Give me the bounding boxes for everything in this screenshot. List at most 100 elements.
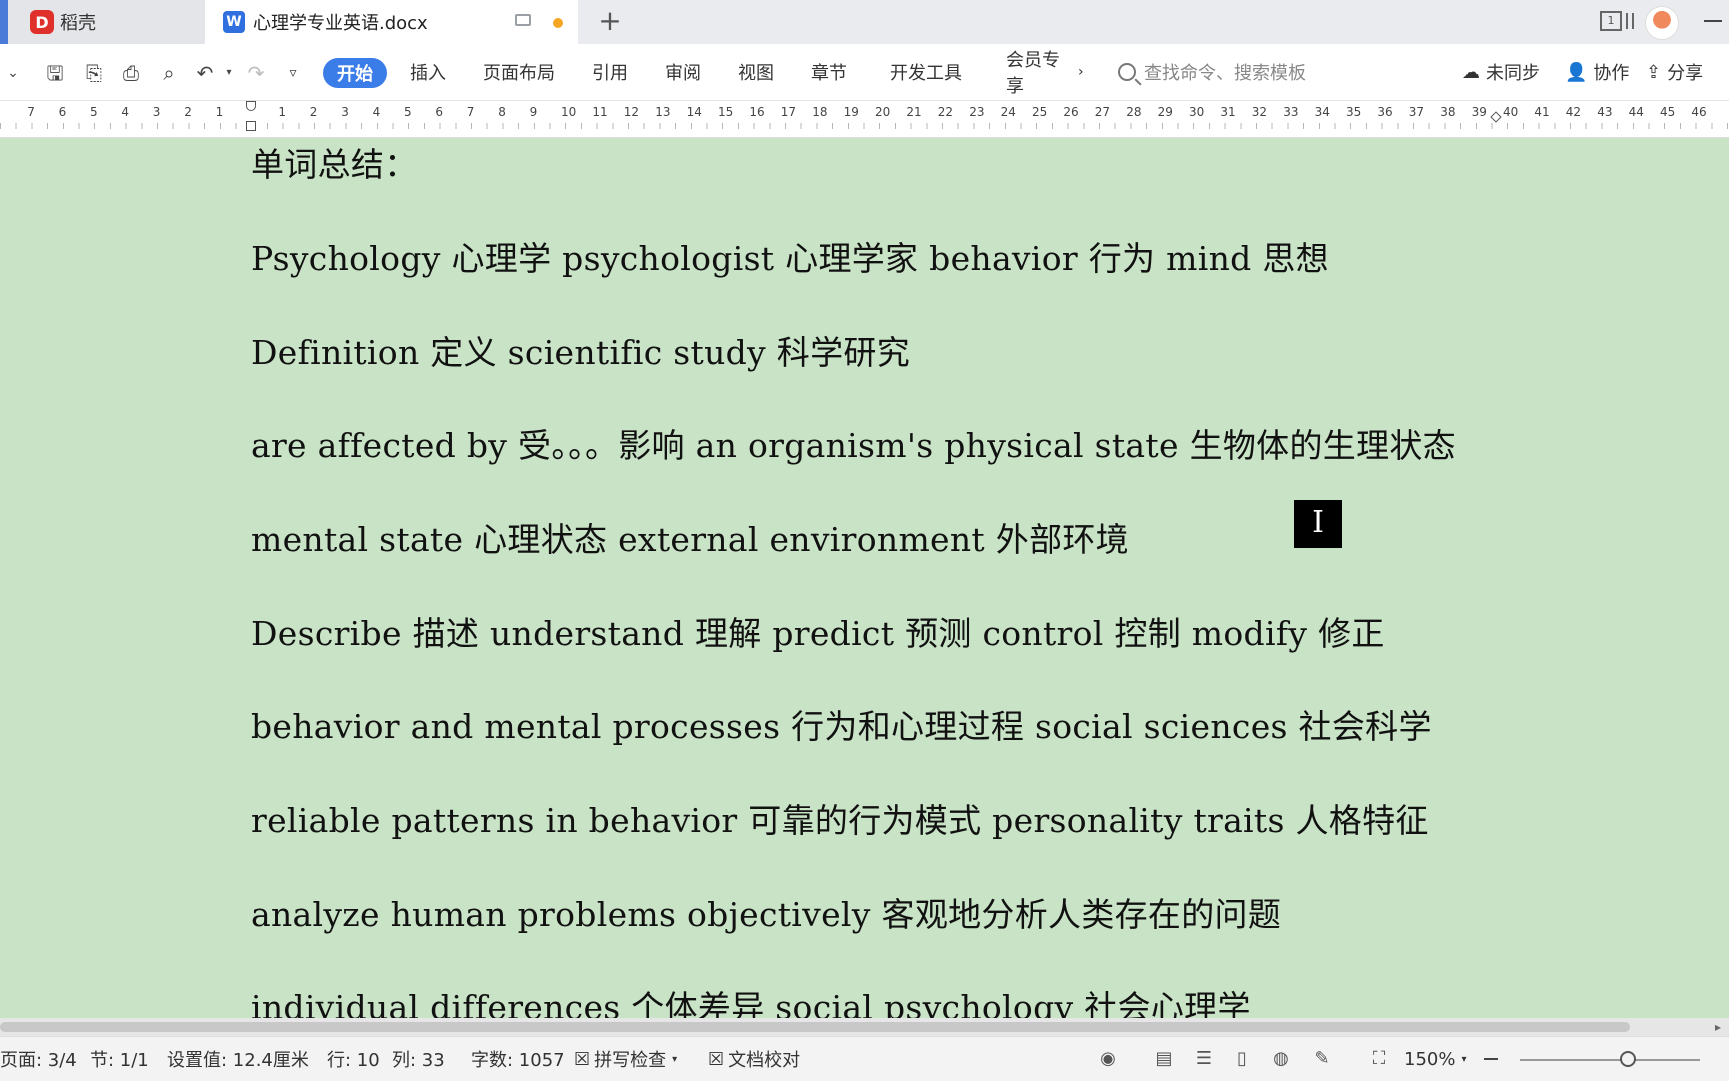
status-col: 列: 33 bbox=[392, 1050, 445, 1071]
command-search[interactable]: 查找命令、搜索模板 bbox=[1118, 44, 1306, 100]
zoom-slider[interactable] bbox=[1520, 1059, 1700, 1061]
ruler-number: 8 bbox=[498, 105, 506, 119]
search-placeholder: 查找命令、搜索模板 bbox=[1144, 63, 1306, 84]
docer-logo-icon: D bbox=[30, 10, 54, 34]
fit-page-icon[interactable]: ⛶ bbox=[1369, 1049, 1389, 1069]
ruler-number: 5 bbox=[404, 105, 412, 119]
tab-home-label: 稻壳 bbox=[60, 13, 96, 34]
minimize-icon[interactable] bbox=[1704, 20, 1722, 22]
collab-button[interactable]: 👤 协作 bbox=[1565, 44, 1629, 100]
monitor-icon[interactable] bbox=[515, 14, 531, 26]
document-page[interactable]: 单词总结： Psychology 心理学 psychologist 心理学家 b… bbox=[0, 138, 1729, 1018]
ruler-number: 5 bbox=[90, 105, 98, 119]
status-row: 行: 10 bbox=[327, 1050, 380, 1071]
status-page[interactable]: 页面: 3/4 bbox=[0, 1037, 77, 1081]
tab-view[interactable]: 视图 bbox=[738, 44, 774, 100]
ruler-number: 6 bbox=[58, 105, 67, 119]
ribbon-toolbar: ⌄ 🖫 ⎘ ⎙ ⌕ ↶ ▾ ↷ ▿ 开始 插入 页面布局 引用 审阅 视图 章节… bbox=[0, 44, 1729, 101]
export-icon[interactable]: ⎘ bbox=[83, 62, 105, 84]
tab-docer-home[interactable]: D 稻壳 bbox=[0, 0, 205, 44]
tab-start[interactable]: 开始 bbox=[323, 58, 387, 88]
proofread-button[interactable]: ☒ 文档校对 bbox=[708, 1037, 800, 1081]
ruler-number: 7 bbox=[466, 105, 475, 119]
ruler-number: 26 bbox=[1063, 105, 1079, 119]
ruler-number: 7 bbox=[27, 105, 35, 119]
tab-review[interactable]: 审阅 bbox=[665, 44, 701, 100]
ruler-number: 6 bbox=[435, 105, 444, 119]
tab-insert[interactable]: 插入 bbox=[410, 44, 446, 100]
ruler-number: 4 bbox=[372, 105, 381, 119]
status-word-count[interactable]: 字数: 1057 bbox=[471, 1037, 565, 1081]
tab-page-layout[interactable]: 页面布局 bbox=[483, 44, 555, 100]
doc-line: reliable patterns in behavior 可靠的行为模式 pe… bbox=[251, 801, 1429, 840]
zoom-slider-knob[interactable] bbox=[1620, 1051, 1636, 1067]
ruler-number: 4 bbox=[121, 105, 130, 119]
print-preview-icon[interactable]: ⌕ bbox=[158, 62, 180, 84]
tab-developer[interactable]: 开发工具 bbox=[890, 44, 962, 100]
ruler-number: 24 bbox=[1000, 105, 1016, 119]
share-button[interactable]: ⇪ 分享 bbox=[1646, 44, 1703, 100]
doc-heading: 单词总结： bbox=[251, 145, 418, 184]
proofread-label: 文档校对 bbox=[728, 1050, 801, 1071]
reading-view-icon[interactable]: ▯ bbox=[1232, 1049, 1252, 1069]
scrollbar-thumb[interactable] bbox=[0, 1022, 1630, 1032]
new-tab-button[interactable]: + bbox=[596, 7, 624, 36]
ruler-number: 14 bbox=[686, 105, 702, 119]
web-view-icon[interactable]: ◍ bbox=[1271, 1049, 1291, 1069]
share-icon: ⇪ bbox=[1646, 61, 1662, 83]
page-view-icon[interactable]: ▤ bbox=[1154, 1049, 1174, 1069]
outline-view-icon[interactable]: ☰ bbox=[1194, 1049, 1214, 1069]
ruler-number: 13 bbox=[655, 105, 671, 119]
ruler-number: 3 bbox=[341, 105, 349, 119]
redo-icon[interactable]: ↷ bbox=[245, 62, 267, 84]
first-line-indent-marker[interactable] bbox=[246, 101, 256, 111]
tab-document[interactable]: W 心理学专业英语.docx bbox=[205, 0, 578, 44]
ruler-number: 33 bbox=[1283, 105, 1299, 119]
undo-dropdown-icon[interactable]: ▾ bbox=[218, 62, 240, 84]
spellcheck-button[interactable]: ☒ 拼写检查 ▾ bbox=[574, 1037, 677, 1081]
tab-references[interactable]: 引用 bbox=[592, 44, 628, 100]
ruler-number: 40 bbox=[1503, 105, 1519, 119]
window-layout-icon[interactable]: 1 bbox=[1600, 11, 1622, 31]
ruler-number: 34 bbox=[1314, 105, 1330, 119]
ruler-number: 25 bbox=[1032, 105, 1048, 119]
text-cursor-icon: I bbox=[1294, 500, 1342, 548]
search-icon bbox=[1118, 63, 1136, 81]
proofread-icon: ☒ bbox=[708, 1048, 725, 1070]
right-indent-marker[interactable] bbox=[1490, 111, 1502, 123]
print-icon[interactable]: ⎙ bbox=[120, 62, 142, 84]
eye-protection-icon[interactable]: ◉ bbox=[1098, 1049, 1118, 1069]
ruler-number: 21 bbox=[906, 105, 922, 119]
avatar[interactable] bbox=[1645, 6, 1679, 40]
ruler-number: 22 bbox=[937, 105, 954, 119]
ruler-number: 12 bbox=[623, 105, 640, 119]
doc-line: behavior and mental processes 行为和心理过程 so… bbox=[251, 707, 1432, 746]
scroll-right-icon[interactable]: ▸ bbox=[1715, 1020, 1721, 1034]
customize-toolbar-icon[interactable]: ▿ bbox=[282, 62, 304, 84]
undo-icon[interactable]: ↶ bbox=[194, 62, 216, 84]
chevron-down-icon[interactable]: ⌄ bbox=[2, 62, 24, 84]
ruler-number: 11 bbox=[592, 105, 608, 119]
ruler-number: 31 bbox=[1220, 105, 1236, 119]
left-indent-marker[interactable] bbox=[246, 121, 256, 131]
ruler-number: 27 bbox=[1094, 105, 1111, 119]
horizontal-ruler[interactable]: 7 6 5 4 3 2 1 1 2 3 4 5 6 7 8 9 10 11 12 13 14 15 16 17 18 19 20 21… bbox=[0, 101, 1729, 138]
horizontal-scrollbar[interactable]: ▸ bbox=[0, 1018, 1729, 1036]
ruler-number: 9 bbox=[529, 105, 538, 119]
user-icon: 👤 bbox=[1565, 61, 1588, 83]
ruler-number: 32 bbox=[1251, 105, 1268, 119]
sync-button[interactable]: ☁ 未同步 bbox=[1462, 44, 1540, 100]
write-mode-icon[interactable]: ✎ bbox=[1312, 1049, 1332, 1069]
ruler-number: 20 bbox=[875, 105, 891, 119]
zoom-out-icon[interactable] bbox=[1484, 1058, 1498, 1060]
chevron-right-icon[interactable]: › bbox=[1078, 44, 1084, 100]
zoom-level[interactable]: 150% ▾ bbox=[1404, 1037, 1467, 1081]
doc-line: individual differences 个体差异 social psych… bbox=[251, 988, 1251, 1018]
tab-member[interactable]: 会员专享 bbox=[1006, 44, 1074, 100]
save-icon[interactable]: 🖫 bbox=[44, 62, 66, 84]
doc-line: mental state 心理状态 external environment 外… bbox=[251, 520, 1129, 559]
zoom-value: 150% bbox=[1404, 1048, 1456, 1070]
ruler-number: 19 bbox=[843, 105, 859, 119]
tab-chapter[interactable]: 章节 bbox=[811, 44, 847, 100]
ruler-number: 2 bbox=[184, 105, 192, 119]
